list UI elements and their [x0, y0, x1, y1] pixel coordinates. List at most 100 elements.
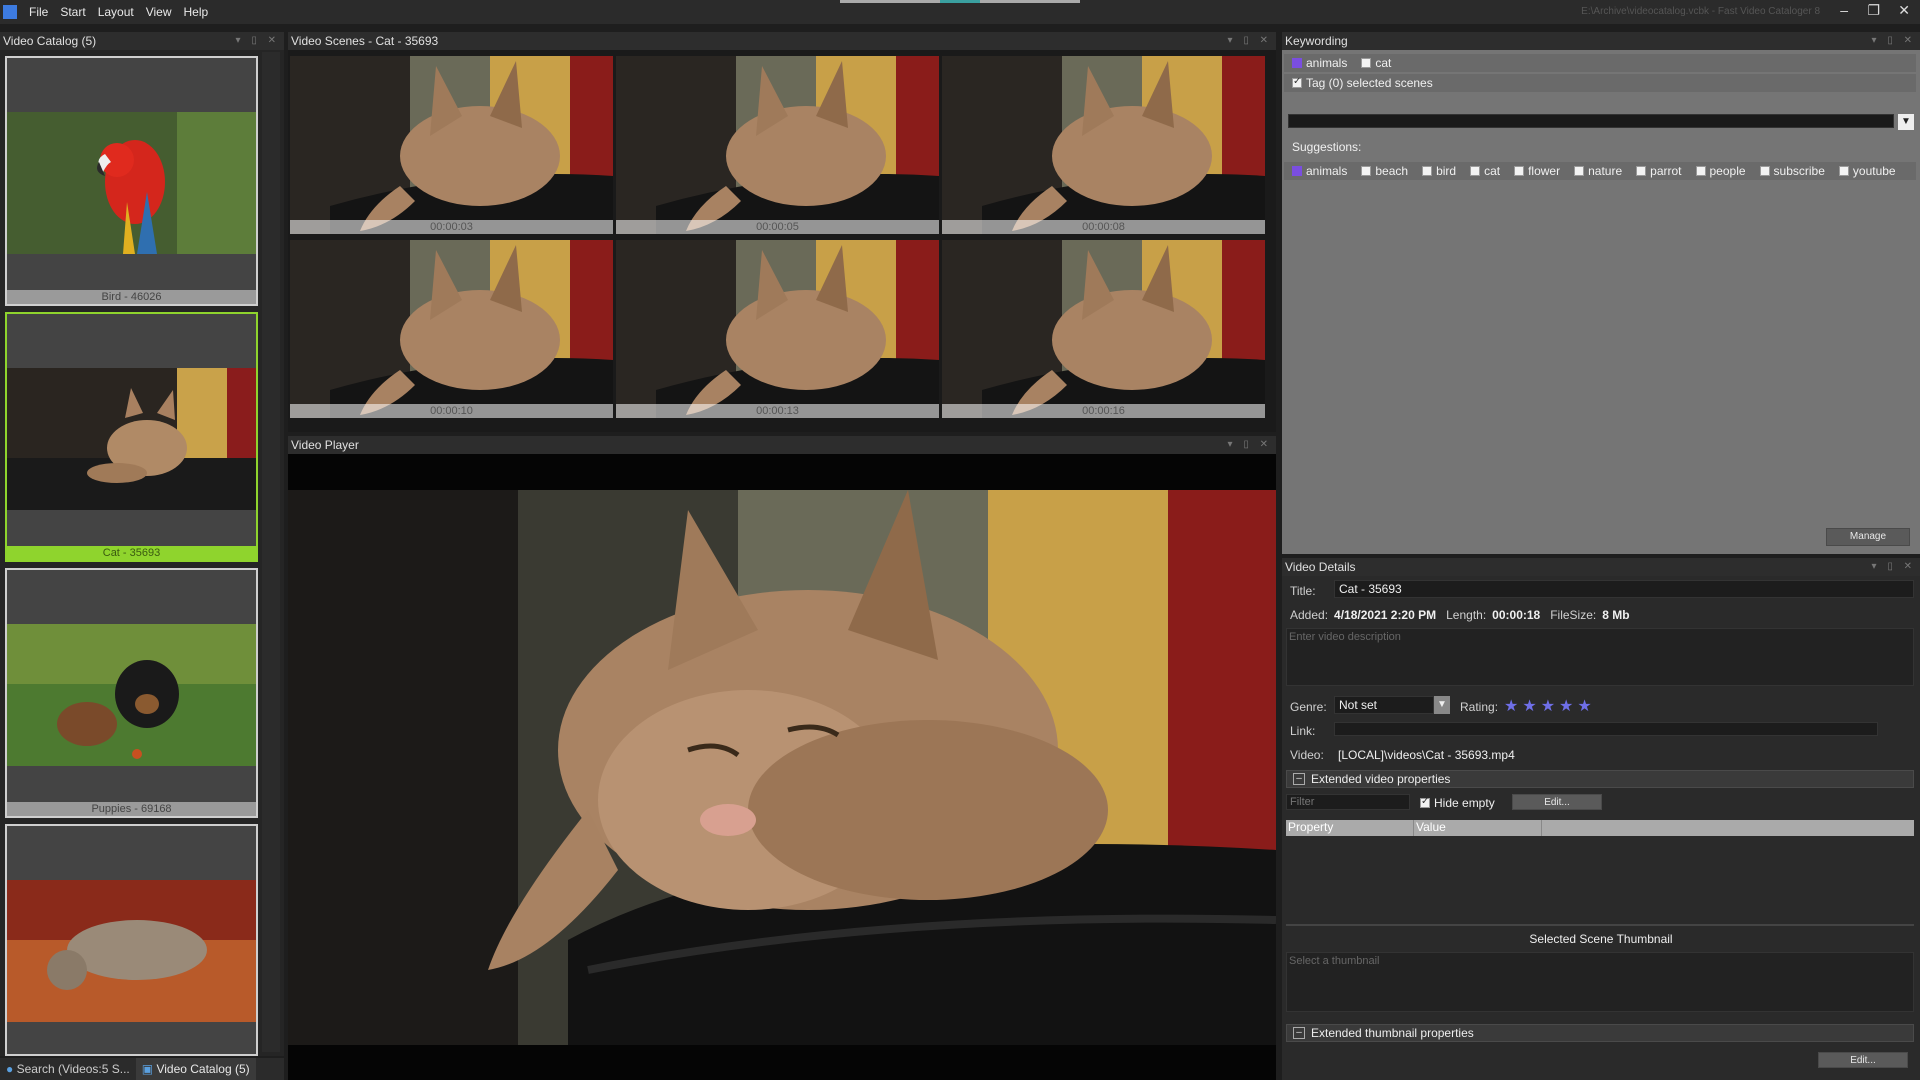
suggestion-subscribe[interactable]: subscribe — [1759, 164, 1825, 178]
tag-cat[interactable]: cat — [1361, 56, 1391, 70]
player-title: Video Player — [291, 438, 359, 452]
catalog-item-cat-2[interactable] — [5, 824, 258, 1056]
collapse-icon[interactable]: – — [1293, 773, 1305, 785]
catalog-item-bird[interactable]: Bird - 46026 — [5, 56, 258, 306]
checkbox[interactable] — [1422, 166, 1433, 176]
thumbnail-description-field[interactable]: Select a thumbnail — [1286, 952, 1914, 1012]
suggestion-label: bird — [1436, 164, 1457, 178]
thumbnail-placeholder: Select a thumbnail — [1289, 955, 1380, 967]
link-label: Link: — [1290, 724, 1316, 738]
tab-video-catalog[interactable]: ▣ Video Catalog (5) — [135, 1058, 256, 1080]
menu-view[interactable]: View — [140, 5, 178, 19]
splitter[interactable] — [1286, 924, 1914, 926]
catalog-item-cat[interactable]: Cat - 35693 — [5, 312, 258, 562]
checkbox[interactable] — [1361, 166, 1372, 176]
panel-controls-icon[interactable]: ▾ ▯ ✕ — [236, 32, 280, 50]
suggestion-flower[interactable]: flower — [1514, 164, 1560, 178]
ext-thumb-props-header[interactable]: – Extended thumbnail properties — [1286, 1024, 1914, 1042]
suggestion-cat[interactable]: cat — [1470, 164, 1500, 178]
suggestion-nature[interactable]: nature — [1574, 164, 1622, 178]
dropdown-arrow-icon[interactable]: ▼ — [1898, 114, 1914, 130]
restore-icon[interactable]: ❐ — [1867, 2, 1880, 19]
checkbox[interactable] — [1838, 166, 1849, 176]
description-field[interactable]: Enter video description — [1286, 628, 1914, 686]
menu-file[interactable]: File — [23, 5, 54, 19]
details-header: Video Details ▾ ▯ ✕ — [1282, 558, 1920, 576]
collapse-icon[interactable]: – — [1293, 1027, 1305, 1039]
scene-thumbnail[interactable]: 00:00:05 — [616, 56, 939, 234]
scenes-title: Video Scenes - Cat - 35693 — [291, 34, 439, 48]
scene-thumbnail[interactable]: 00:00:13 — [616, 240, 939, 418]
link-field[interactable] — [1334, 722, 1878, 736]
title-field[interactable]: Cat - 35693 — [1334, 580, 1914, 598]
scene-thumbnail[interactable]: 00:00:16 — [942, 240, 1265, 418]
checkbox[interactable] — [1292, 58, 1302, 68]
genre-select[interactable]: Not set — [1334, 696, 1434, 714]
tag-animals[interactable]: animals — [1292, 56, 1347, 70]
menu-bar: File Start Layout View Help E:\Archive\v… — [0, 0, 1920, 24]
menu-start[interactable]: Start — [54, 5, 91, 19]
hide-empty-checkbox[interactable] — [1420, 796, 1430, 808]
video-label: Video: — [1290, 748, 1324, 762]
checkbox[interactable] — [1759, 166, 1770, 176]
description-placeholder: Enter video description — [1289, 631, 1401, 643]
video-frame[interactable] — [288, 490, 1276, 1045]
star-icon[interactable]: ★ — [1541, 698, 1555, 715]
suggestion-label: people — [1709, 164, 1746, 178]
scene-timestamp: 00:00:13 — [616, 404, 939, 418]
scene-image — [290, 56, 613, 234]
star-icon[interactable]: ★ — [1504, 698, 1518, 715]
rating-stars[interactable]: ★ ★ ★ ★ ★ — [1504, 696, 1596, 716]
star-icon[interactable]: ★ — [1577, 698, 1591, 715]
close-icon[interactable]: ✕ — [1898, 2, 1910, 19]
panel-controls-icon[interactable]: ▾ ▯ ✕ — [1228, 436, 1272, 454]
suggestion-animals[interactable]: animals — [1292, 164, 1347, 178]
checkbox[interactable] — [1361, 58, 1372, 68]
col-property: Property — [1286, 820, 1414, 836]
scene-thumbnail[interactable]: 00:00:08 — [942, 56, 1265, 234]
star-icon[interactable]: ★ — [1522, 698, 1536, 715]
edit-button[interactable]: Edit... — [1512, 794, 1602, 810]
scene-thumbnail[interactable]: 00:00:03 — [290, 56, 613, 234]
panel-controls-icon[interactable]: ▾ ▯ ✕ — [1228, 32, 1272, 50]
tag-selected-label: Tag (0) selected scenes — [1306, 76, 1433, 90]
ext-video-props-header[interactable]: – Extended video properties — [1286, 770, 1914, 788]
suggestion-youtube[interactable]: youtube — [1838, 164, 1896, 178]
edit-thumb-button[interactable]: Edit... — [1818, 1052, 1908, 1068]
keyword-input[interactable] — [1288, 114, 1894, 128]
filter-input[interactable] — [1286, 794, 1410, 810]
checkbox[interactable] — [1695, 166, 1706, 176]
suggestion-bird[interactable]: bird — [1422, 164, 1456, 178]
star-icon[interactable]: ★ — [1559, 698, 1573, 715]
hide-empty-toggle[interactable]: Hide empty — [1420, 796, 1495, 810]
ext-thumb-props-label: Extended thumbnail properties — [1311, 1026, 1474, 1040]
panel-controls-icon[interactable]: ▾ ▯ ✕ — [1872, 32, 1916, 50]
panel-controls-icon[interactable]: ▾ ▯ ✕ — [1872, 558, 1916, 576]
checkbox[interactable] — [1574, 166, 1585, 176]
checkbox[interactable] — [1470, 166, 1481, 176]
suggestion-parrot[interactable]: parrot — [1636, 164, 1682, 178]
checkbox[interactable] — [1514, 166, 1525, 176]
scene-thumbnail[interactable]: 00:00:10 — [290, 240, 613, 418]
search-icon: ● — [6, 1062, 17, 1076]
checkbox[interactable] — [1292, 166, 1302, 176]
tab-search[interactable]: ● Search (Videos:5 S... — [0, 1058, 136, 1080]
checkbox[interactable] — [1636, 166, 1647, 176]
manage-button[interactable]: Manage — [1826, 528, 1910, 546]
catalog-item-puppies[interactable]: Puppies - 69168 — [5, 568, 258, 818]
menu-layout[interactable]: Layout — [92, 5, 140, 19]
info-row: Added: 4/18/2021 2:20 PM Length: 00:00:1… — [1290, 608, 1630, 622]
genre-dropdown-icon[interactable]: ▼ — [1434, 696, 1450, 714]
tag-selected-checkbox[interactable] — [1292, 76, 1302, 88]
scene-timestamp: 00:00:10 — [290, 404, 613, 418]
tab-search-label: Search (Videos:5 S... — [16, 1062, 130, 1076]
catalog-scrollbar[interactable] — [262, 52, 280, 1052]
minimize-icon[interactable]: – — [1840, 2, 1848, 18]
filesize-value: 8 Mb — [1602, 608, 1630, 622]
cat-sleeping-thumbnail — [7, 880, 256, 1022]
title-label: Title: — [1290, 584, 1316, 598]
filesize-label: FileSize: — [1550, 608, 1597, 622]
menu-help[interactable]: Help — [178, 5, 215, 19]
suggestion-people[interactable]: people — [1695, 164, 1746, 178]
suggestion-beach[interactable]: beach — [1361, 164, 1408, 178]
